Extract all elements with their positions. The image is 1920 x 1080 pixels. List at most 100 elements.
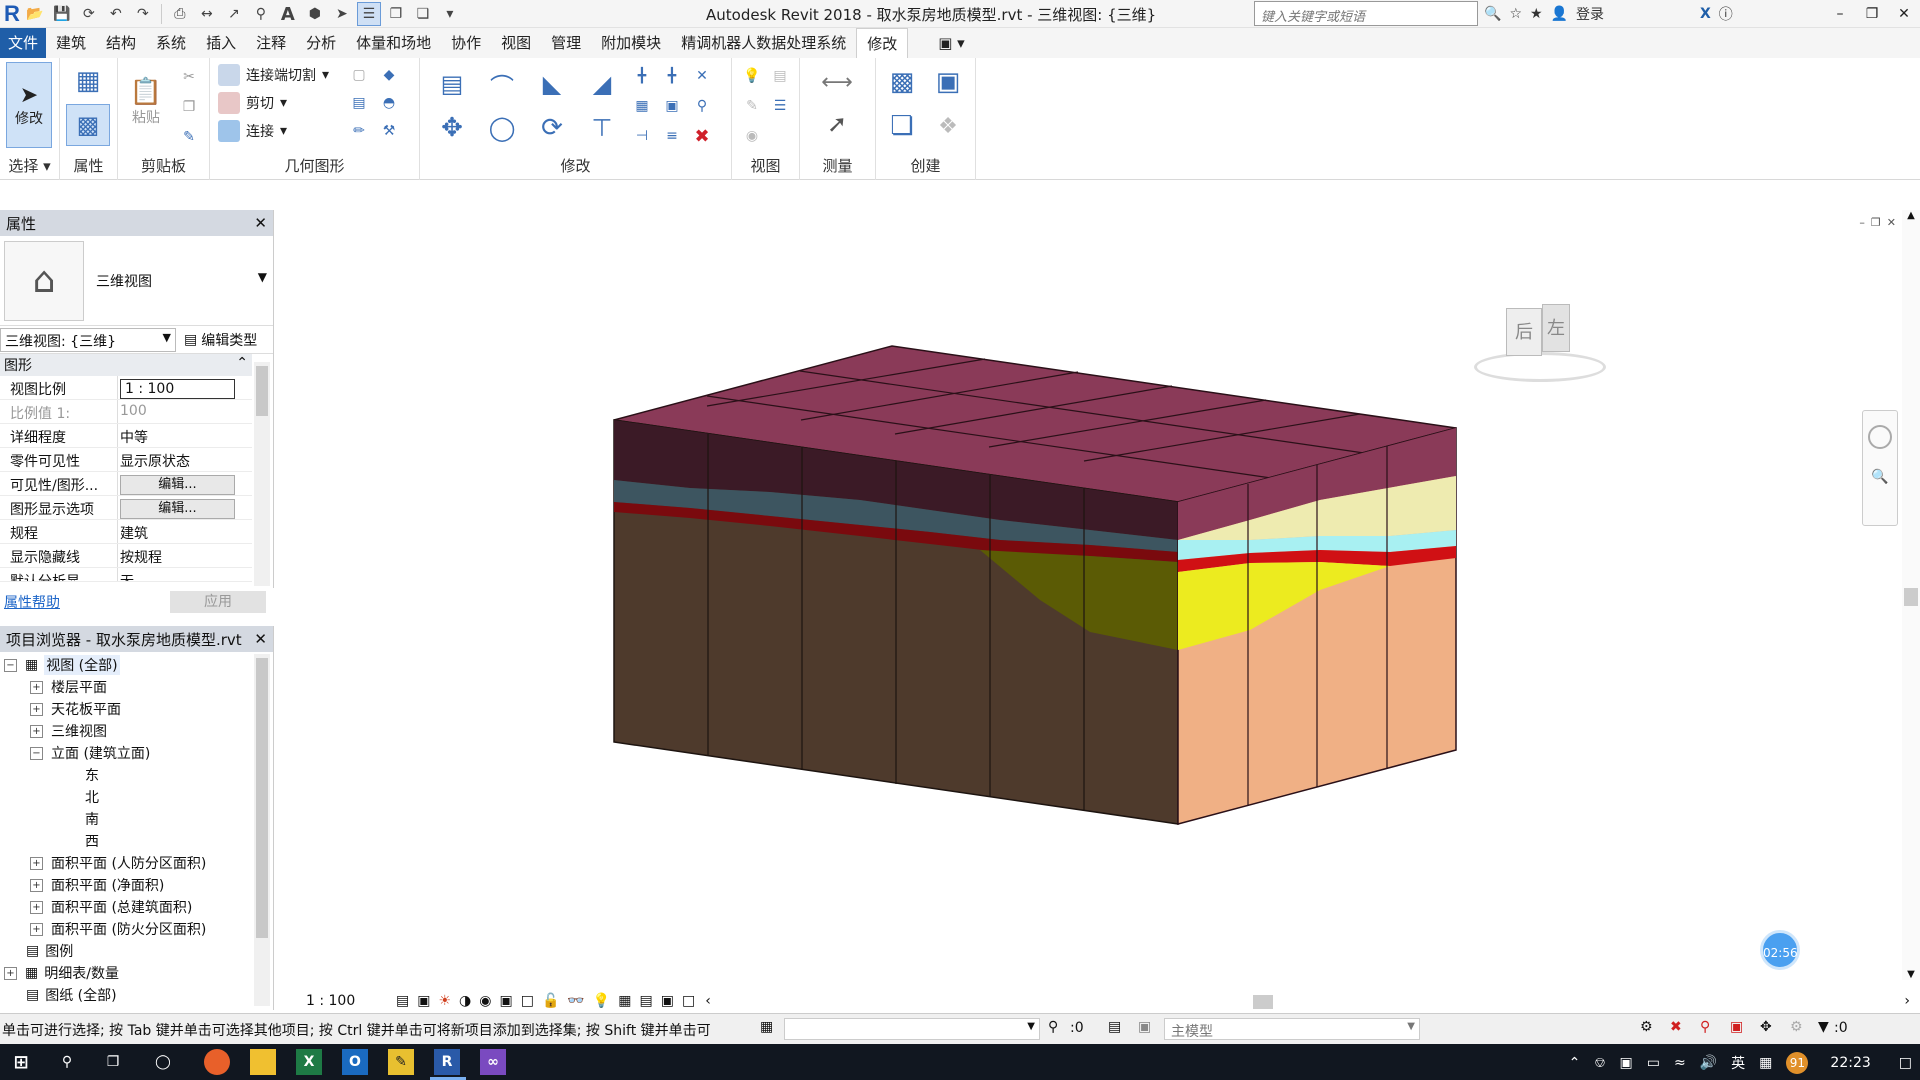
expand-icon[interactable]: + <box>30 922 43 936</box>
tab-systems[interactable]: 系统 <box>146 28 196 58</box>
aligned-dimension-icon[interactable]: ➚ <box>810 104 864 144</box>
delete-icon[interactable]: ✖ <box>690 124 714 148</box>
mirror-draw-icon[interactable]: ◢ <box>582 64 622 104</box>
select-by-face-icon[interactable]: ▣ <box>1730 1019 1743 1035</box>
tree-item[interactable]: 东 <box>0 764 254 786</box>
join-button[interactable]: 连接 ▾ <box>218 120 287 142</box>
switch-windows-icon[interactable]: ❏ <box>411 2 435 26</box>
excel-icon[interactable]: X <box>296 1049 322 1075</box>
tree-item[interactable]: ▤ 图纸 (全部) <box>0 984 254 1006</box>
align-icon[interactable]: ▤ <box>432 64 472 104</box>
tree-item[interactable]: + 天花板平面 <box>0 698 254 720</box>
design-option-icon[interactable]: ▣ <box>1138 1019 1151 1035</box>
redo-icon[interactable]: ↷ <box>131 2 155 26</box>
close-icon[interactable]: ✕ <box>254 214 267 232</box>
design-option-select[interactable]: 主模型 ▼ <box>1164 1018 1420 1040</box>
scroll-right-icon[interactable]: › <box>1904 993 1910 1009</box>
open-icon[interactable]: 📂 <box>23 2 47 26</box>
workset-select[interactable]: ▼ <box>784 1018 1040 1040</box>
close-button[interactable]: ✕ <box>1888 0 1920 28</box>
create-assembly-icon[interactable]: ▩ <box>882 62 922 102</box>
undo-icon[interactable]: ↶ <box>104 2 128 26</box>
restore-button[interactable]: ❐ <box>1856 0 1888 28</box>
view-scale-input[interactable]: 1 : 100 <box>120 379 235 399</box>
apply-button[interactable]: 应用 <box>170 590 266 613</box>
cut-icon[interactable]: ✂ <box>178 66 200 88</box>
thin-lines-icon[interactable]: ☰ <box>356 2 381 26</box>
tab-modify[interactable]: 修改 <box>856 27 909 59</box>
select-panel-label[interactable]: 选择 ▾ <box>0 155 59 176</box>
tree-item[interactable]: 南 <box>0 808 254 830</box>
tree-item[interactable]: ▤ 图例 <box>0 940 254 962</box>
binoculars-icon[interactable]: 🔍 <box>1484 6 1501 22</box>
tab-file[interactable]: 文件 <box>0 28 47 58</box>
tag-icon[interactable]: ⚲ <box>249 2 273 26</box>
3d-view-icon[interactable]: ⬢ <box>303 2 327 26</box>
show-hidden-icons[interactable]: ⌃ <box>1569 1055 1581 1071</box>
windows-start-icon[interactable]: ⊞ <box>8 1049 34 1075</box>
design-options-icon[interactable]: ▤ <box>1108 1019 1121 1035</box>
tree-item[interactable]: − 立面 (建筑立面) <box>0 742 254 764</box>
action-center-icon[interactable]: □ <box>1899 1055 1912 1071</box>
demolish-icon[interactable]: ✏ <box>348 120 370 142</box>
cope-button[interactable]: 连接端切割 ▾ <box>218 64 329 86</box>
linework-icon[interactable]: ✎ <box>740 94 764 118</box>
navigation-ring[interactable] <box>1474 352 1606 382</box>
select-links-icon[interactable]: ⚙ <box>1640 1019 1653 1035</box>
highlight-displacement-icon[interactable]: ▣ <box>661 993 674 1009</box>
expand-icon[interactable]: + <box>30 900 43 914</box>
line-style-icon[interactable]: ☰ <box>768 94 792 118</box>
tab-structure[interactable]: 结构 <box>96 28 146 58</box>
override-graphics-icon[interactable]: 💡 <box>740 64 764 88</box>
view-cube-face-left[interactable]: 左 <box>1542 304 1570 352</box>
view-cube[interactable]: 后 左 <box>1470 300 1610 390</box>
copy-icon[interactable]: ❐ <box>178 96 200 118</box>
search-icon[interactable]: ⚲ <box>54 1049 80 1075</box>
type-selector[interactable]: ⌂ 三维视图 ▼ <box>0 236 273 326</box>
notes-icon[interactable]: ✎ <box>388 1049 414 1075</box>
visibility-edit-button[interactable]: 编辑... <box>120 475 235 495</box>
tree-item[interactable]: + 面积平面 (净面积) <box>0 874 254 896</box>
detail-level-icon[interactable]: ▤ <box>396 993 409 1009</box>
display-icon[interactable]: ▣ <box>1620 1055 1633 1071</box>
login-link[interactable]: 登录 <box>1576 4 1604 24</box>
property-row[interactable]: 默认分析显示... 无 <box>0 568 252 582</box>
view-scale-control[interactable]: 1 : 100 <box>306 993 386 1009</box>
editable-only-icon[interactable]: ⚲ <box>1048 1019 1058 1035</box>
text-icon[interactable]: A <box>276 2 300 26</box>
workset-icon[interactable]: ▦ <box>760 1019 773 1035</box>
close-hidden-icon[interactable]: ❐ <box>384 2 408 26</box>
mirror-pick-icon[interactable]: ◣ <box>532 64 572 104</box>
reveal-hidden-icon[interactable]: 💡 <box>593 993 610 1009</box>
visual-style-icon[interactable]: ▣ <box>417 993 430 1009</box>
property-row[interactable]: 详细程度 中等 <box>0 424 252 448</box>
geology-model-3d[interactable] <box>280 210 1920 980</box>
outlook-icon[interactable]: O <box>342 1049 368 1075</box>
subscription-icon[interactable]: ☆ <box>1509 6 1522 22</box>
crop-view-icon[interactable]: ▣ <box>499 993 512 1009</box>
scroll-up-icon[interactable]: ▲ <box>1902 210 1920 221</box>
file-explorer-icon[interactable] <box>250 1049 276 1075</box>
collapse-icon[interactable]: − <box>30 746 43 760</box>
wall-joins-icon[interactable]: ▢ <box>348 64 370 86</box>
select-pinned-icon[interactable]: ⚲ <box>1700 1019 1710 1035</box>
render-icon[interactable]: ◉ <box>479 993 491 1009</box>
type-properties-icon[interactable]: ▦ <box>68 62 108 100</box>
property-row[interactable]: 显示隐藏线 按规程 <box>0 544 252 568</box>
ribbon-minimize-toggle[interactable]: ▣ ▾ <box>928 28 974 58</box>
visual-studio-icon[interactable]: ∞ <box>480 1049 506 1075</box>
task-view-icon[interactable]: ❐ <box>100 1049 126 1075</box>
minimize-button[interactable]: – <box>1824 0 1856 28</box>
exchange-icon[interactable]: X <box>1700 6 1711 22</box>
split-icon[interactable]: ╋ <box>630 64 654 88</box>
revit-taskbar-icon[interactable]: R <box>434 1049 460 1075</box>
zoom-icon[interactable]: 🔍 <box>1870 469 1890 489</box>
tree-item[interactable]: + 面积平面 (人防分区面积) <box>0 852 254 874</box>
split-gap-icon[interactable]: ╋ <box>660 64 684 88</box>
tree-item[interactable]: − ▦ 视图 (全部) <box>0 654 254 676</box>
expand-icon[interactable]: + <box>30 702 43 716</box>
revit-logo[interactable]: R <box>4 1 20 27</box>
drawing-area[interactable]: – ❐ ✕ 后 左 🔍 ▲ ▼ 02:56 <box>280 210 1920 980</box>
scroll-down-icon[interactable]: ▼ <box>1902 969 1920 980</box>
expand-icon[interactable]: + <box>30 878 43 892</box>
